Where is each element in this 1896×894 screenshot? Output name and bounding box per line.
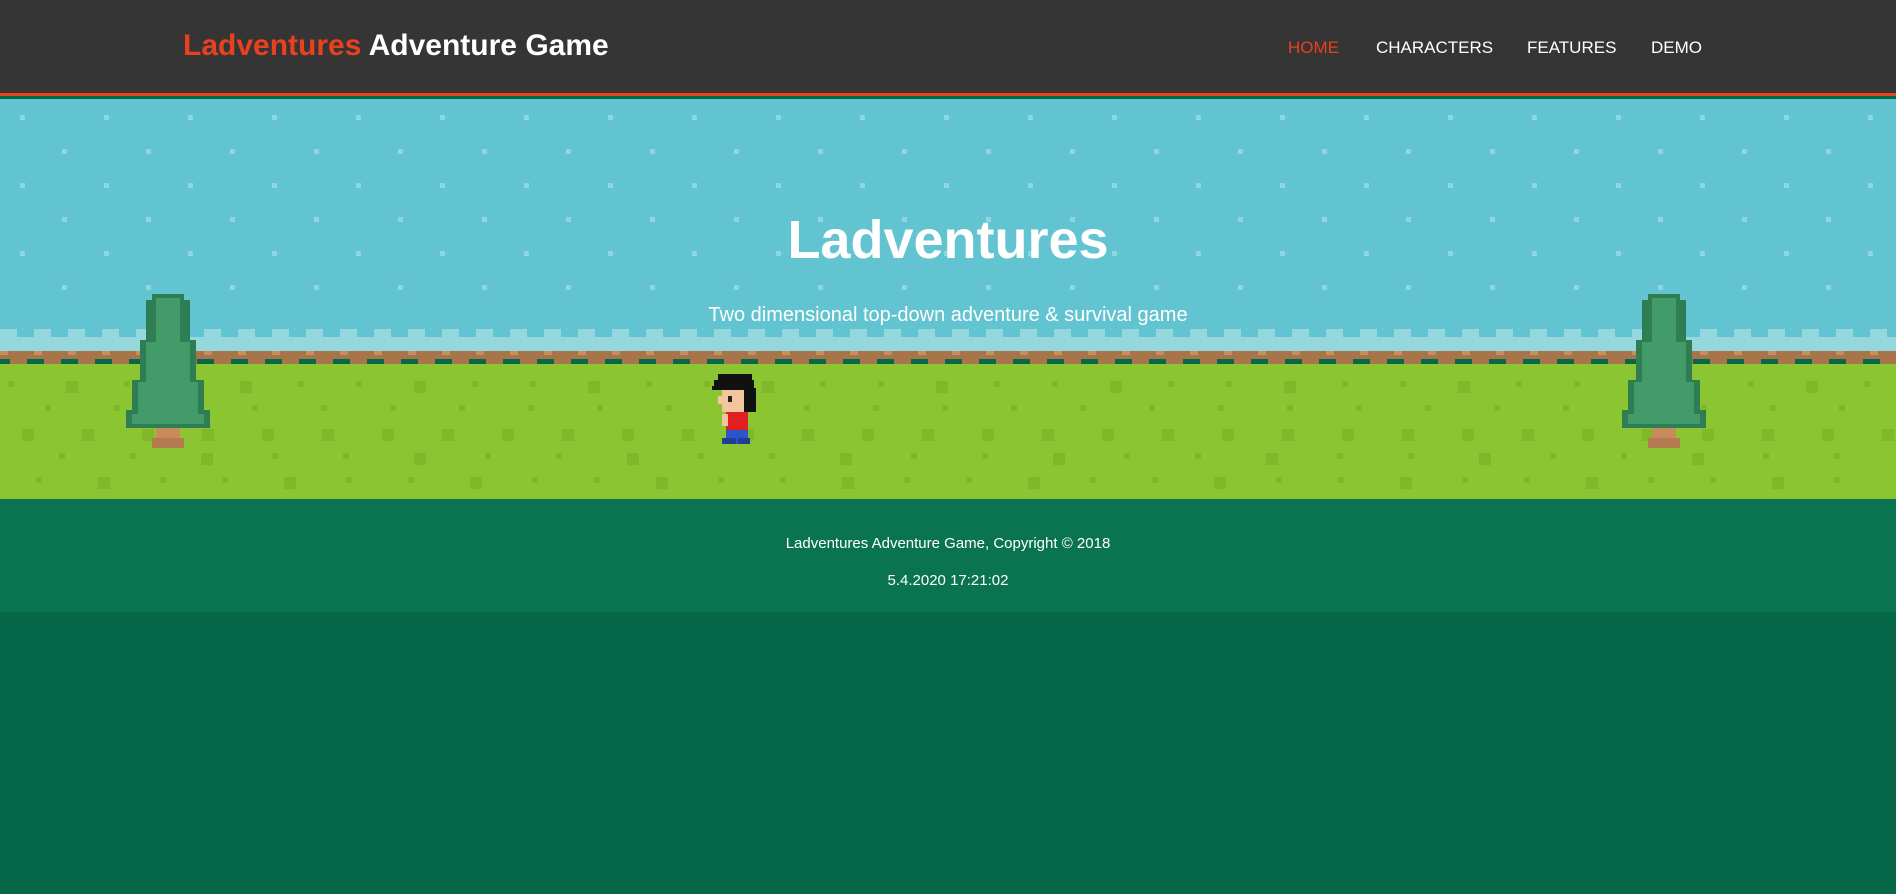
nav-link-characters[interactable]: CHARACTERS bbox=[1376, 38, 1493, 58]
site-footer: Ladventures Adventure Game, Copyright © … bbox=[0, 499, 1896, 612]
nav-link-features[interactable]: FEATURES bbox=[1527, 38, 1616, 58]
footer-copyright: Ladventures Adventure Game, Copyright © … bbox=[785, 535, 1111, 552]
nav-link-home[interactable]: HOME bbox=[1288, 38, 1339, 58]
hero-banner: Ladventures Two dimensional top-down adv… bbox=[0, 99, 1896, 499]
nav-link-demo[interactable]: DEMO bbox=[1651, 38, 1702, 58]
pixel-landscape-illustration bbox=[0, 99, 1896, 499]
hero-subtitle: Two dimensional top-down adventure & sur… bbox=[708, 304, 1188, 326]
hero-title: Ladventures bbox=[787, 210, 1109, 270]
footer-timestamp: 5.4.2020 17:21:02 bbox=[887, 572, 1009, 589]
site-header: Ladventures Adventure Game HOME CHARACTE… bbox=[0, 0, 1896, 96]
main-nav: HOME CHARACTERS FEATURES DEMO bbox=[0, 38, 1896, 58]
